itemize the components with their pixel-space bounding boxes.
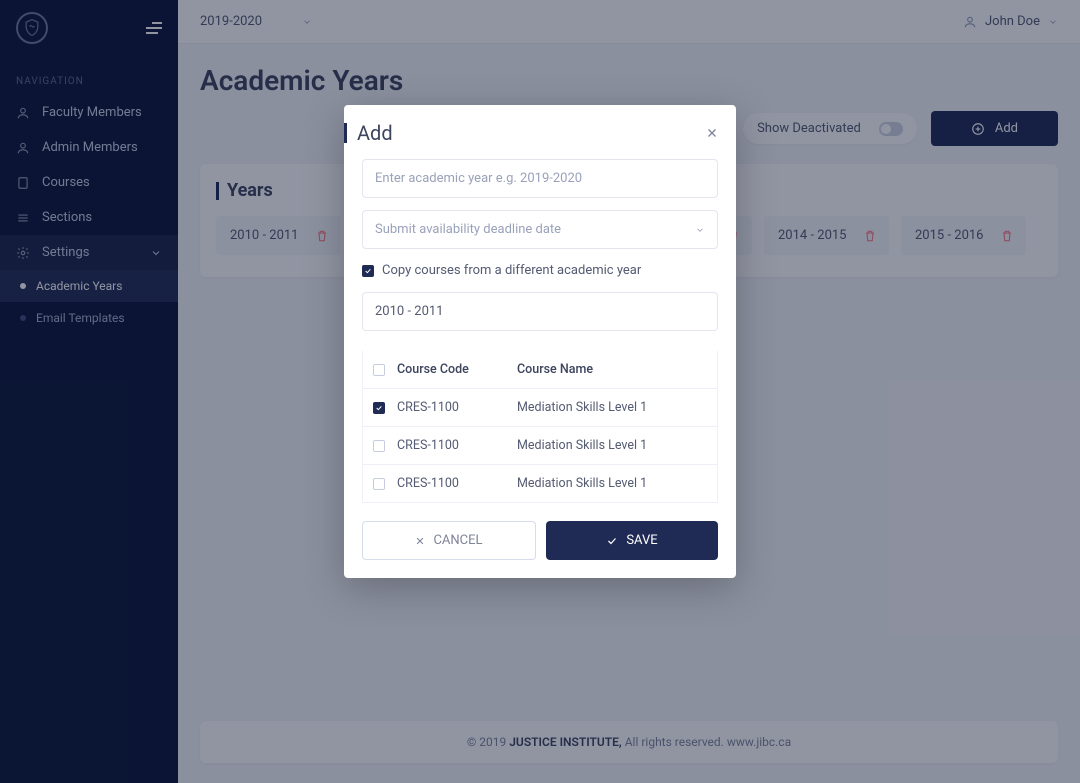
row-name: Mediation Skills Level 1 (517, 438, 707, 453)
row-code: CRES-1100 (397, 476, 517, 491)
modal-close[interactable] (706, 127, 718, 139)
row-name: Mediation Skills Level 1 (517, 476, 707, 491)
checkbox-all[interactable] (373, 364, 385, 376)
checkbox-checked-icon[interactable] (373, 402, 385, 414)
cancel-button[interactable]: CANCEL (362, 521, 536, 560)
add-modal: Add Submit availability deadline date Co… (344, 105, 736, 578)
th-code: Course Code (397, 362, 517, 377)
close-icon (706, 127, 718, 139)
checkbox-empty-icon[interactable] (373, 478, 385, 490)
copy-courses-label: Copy courses from a different academic y… (382, 263, 641, 278)
chevron-down-icon (695, 225, 705, 235)
deadline-date-select[interactable]: Submit availability deadline date (362, 210, 718, 249)
th-name: Course Name (517, 362, 707, 377)
modal-overlay: Add Submit availability deadline date Co… (0, 0, 1080, 783)
close-icon (415, 536, 425, 546)
table-header: Course Code Course Name (363, 351, 717, 388)
row-code: CRES-1100 (397, 438, 517, 453)
table-row: CRES-1100 Mediation Skills Level 1 (363, 388, 717, 426)
academic-year-input[interactable] (362, 159, 718, 198)
modal-actions: CANCEL SAVE (362, 521, 718, 560)
save-label: SAVE (626, 533, 657, 548)
deadline-placeholder: Submit availability deadline date (375, 222, 561, 237)
modal-title: Add (344, 123, 393, 143)
cancel-label: CANCEL (433, 533, 482, 548)
checkbox-checked-icon (362, 265, 374, 277)
courses-table: Course Code Course Name CRES-1100 Mediat… (362, 351, 718, 503)
table-row: CRES-1100 Mediation Skills Level 1 (363, 464, 717, 502)
copy-year-value[interactable]: 2010 - 2011 (362, 292, 718, 331)
check-icon (606, 535, 618, 547)
row-code: CRES-1100 (397, 400, 517, 415)
save-button[interactable]: SAVE (546, 521, 718, 560)
table-row: CRES-1100 Mediation Skills Level 1 (363, 426, 717, 464)
row-name: Mediation Skills Level 1 (517, 400, 707, 415)
checkbox-empty-icon[interactable] (373, 440, 385, 452)
copy-courses-checkbox[interactable]: Copy courses from a different academic y… (362, 263, 718, 278)
